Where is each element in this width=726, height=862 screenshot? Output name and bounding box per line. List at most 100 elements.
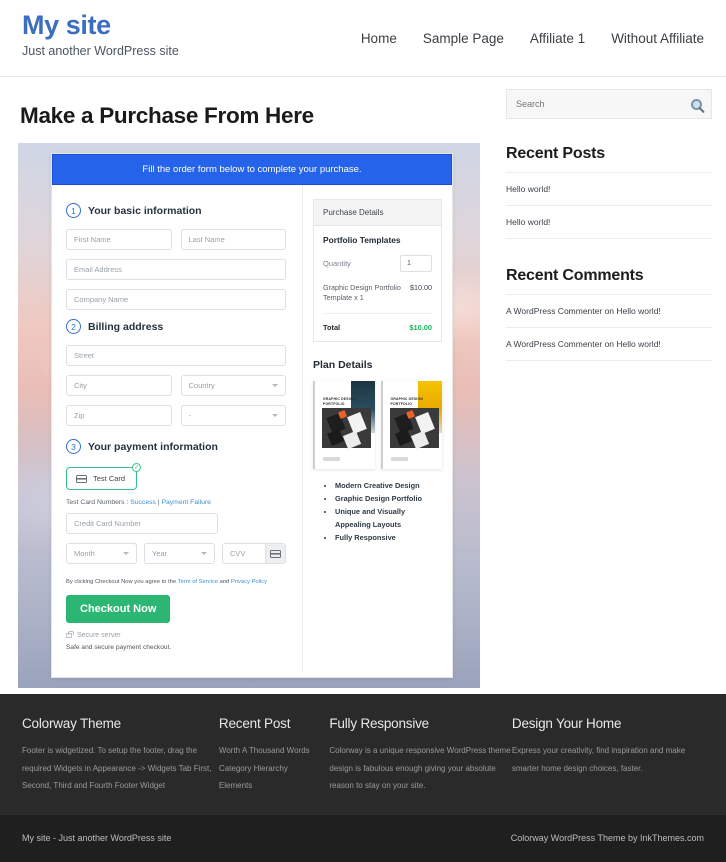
site-title[interactable]: My site — [22, 10, 179, 41]
purchase-summary: Purchase Details Portfolio Templates Qua… — [303, 185, 452, 672]
credit-card-icon — [270, 549, 281, 558]
list-item: Fully Responsive — [335, 532, 442, 545]
footer-column-text: Footer is widgetized. To setup the foote… — [22, 746, 212, 791]
list-item[interactable]: Hello world! — [506, 205, 712, 239]
site-header: My site Just another WordPress site Home… — [0, 0, 726, 77]
search-input[interactable] — [516, 99, 656, 109]
step-3-title: Your payment information — [88, 440, 218, 453]
list-item[interactable]: A WordPress Commenter on Hello world! — [506, 327, 712, 361]
state-select-value: - — [188, 411, 192, 420]
search-widget[interactable] — [506, 89, 712, 119]
list-item: Graphic Design Portfolio — [335, 493, 442, 506]
country-select-value: Country — [188, 381, 215, 390]
test-card-option[interactable]: Test Card ✓ — [66, 463, 142, 490]
credit-card-number-input[interactable]: Credit Card Number — [66, 513, 218, 534]
cvv-input[interactable]: CVV — [222, 543, 286, 564]
quantity-input[interactable]: 1 — [400, 255, 432, 272]
chevron-down-icon — [272, 384, 278, 387]
nav-item-sample-page[interactable]: Sample Page — [423, 31, 504, 46]
step-2-header: 2 Billing address — [66, 319, 286, 334]
email-input[interactable]: Email Address — [66, 259, 286, 280]
first-name-input[interactable]: First Name — [66, 229, 172, 250]
recent-posts-title: Recent Posts — [506, 145, 605, 162]
checkout-now-button[interactable]: Checkout Now — [66, 594, 171, 623]
footer-credit[interactable]: Colorway WordPress Theme by InkThemes.co… — [511, 833, 704, 843]
checkout-card: Fill the order form below to complete yo… — [51, 153, 453, 678]
step-3-header: 3 Your payment information — [66, 439, 286, 454]
footer-copyright: My site - Just another WordPress site — [22, 833, 172, 844]
nav-item-without-affiliate[interactable]: Without Affiliate — [611, 31, 704, 46]
purchase-details-body: Portfolio Templates Quantity 1 Graphic D… — [314, 226, 441, 341]
page-wrapper: Make a Purchase From Here Fill the order… — [0, 77, 726, 688]
product-name: Portfolio Templates — [323, 235, 401, 245]
expiry-year-select[interactable]: Year — [144, 543, 215, 564]
test-failure-link[interactable]: Payment Failure — [161, 499, 211, 506]
step-2-title: Billing address — [88, 320, 164, 333]
plan-thumbnail-image: GRAPHIC DESIGN PORTFOLIO — [380, 380, 442, 469]
nav-item-affiliate-1[interactable]: Affiliate 1 — [530, 31, 585, 46]
footer-column-colorway-theme: Colorway Theme Footer is widgetized. To … — [22, 716, 219, 795]
last-name-input[interactable]: Last Name — [180, 229, 286, 250]
lock-icon — [66, 630, 74, 638]
zip-state-row: Zip - — [66, 405, 286, 435]
footer-column-title: Recent Post — [218, 716, 291, 731]
footer-column-title: Fully Responsive — [329, 716, 429, 731]
plan-thumbnail-image: GRAPHIC DESIGN PORTFOLIO — [313, 380, 375, 469]
test-numbers-prefix: Test Card Numbers : — [66, 499, 131, 506]
company-name-input[interactable]: Company Name — [66, 289, 286, 310]
footer-column-fully-responsive: Fully Responsive Colorway is a unique re… — [329, 716, 512, 795]
footer-column-text: Colorway is a unique responsive WordPres… — [329, 746, 511, 791]
quantity-row: Quantity 1 — [323, 255, 432, 272]
site-footer: Colorway Theme Footer is widgetized. To … — [0, 694, 726, 862]
list-item[interactable]: Category Hierarchy — [219, 760, 329, 778]
main-content: Make a Purchase From Here Fill the order… — [18, 77, 484, 688]
thumb-footer-line — [390, 456, 408, 461]
plan-thumbnails: GRAPHIC DESIGN PORTFOLIO GRAPHIC DESIGN … — [313, 380, 442, 469]
safe-checkout-note: Safe and secure payment checkout. — [66, 643, 172, 651]
test-success-link[interactable]: Success — [130, 499, 156, 506]
checkout-background-image: Fill the order form below to complete yo… — [18, 143, 480, 688]
street-input[interactable]: Street — [66, 345, 286, 366]
total-value: $10.00 — [409, 322, 432, 332]
primary-navigation: Home Sample Page Affiliate 1 Without Aff… — [361, 0, 704, 46]
chevron-down-icon — [272, 414, 278, 417]
state-select[interactable]: - — [180, 405, 286, 426]
sidebar: Recent Posts Hello world! Hello world! R… — [506, 77, 712, 688]
list-item[interactable]: Worth A Thousand Words — [219, 742, 329, 760]
list-item[interactable]: Hello world! — [506, 172, 712, 205]
expiry-year-value: Year — [152, 549, 168, 558]
check-circle-icon: ✓ — [132, 463, 142, 472]
step-2-number: 2 — [66, 319, 81, 334]
nav-item-home[interactable]: Home — [361, 31, 397, 46]
recent-comments-list: A WordPress Commenter on Hello world! A … — [506, 294, 712, 361]
expiry-month-select[interactable]: Month — [66, 543, 137, 564]
footer-widgets: Colorway Theme Footer is widgetized. To … — [0, 694, 726, 815]
purchase-details-heading: Purchase Details — [314, 200, 441, 226]
list-item[interactable]: A WordPress Commenter on Hello world! — [506, 294, 712, 327]
plan-feature-list: Modern Creative Design Graphic Design Po… — [335, 480, 442, 545]
agree-prefix: By clicking Checkout Now you agree to th… — [66, 579, 178, 585]
credit-card-icon — [76, 474, 87, 483]
line-item-name: Graphic Design Portfolio Template x 1 — [323, 283, 401, 303]
expiry-month-value: Month — [74, 549, 95, 558]
step-1-title: Your basic information — [88, 204, 202, 217]
agree-and: and — [218, 579, 231, 585]
privacy-policy-link[interactable]: Privacy Policy — [231, 579, 267, 585]
list-item[interactable]: Elements — [219, 777, 329, 795]
search-icon[interactable] — [691, 98, 702, 110]
recent-posts-list: Hello world! Hello world! — [506, 172, 712, 239]
city-input[interactable]: City — [66, 375, 172, 396]
thumb-caption: GRAPHIC DESIGN PORTFOLIO — [390, 396, 423, 406]
country-select[interactable]: Country — [180, 375, 286, 396]
site-branding[interactable]: My site Just another WordPress site — [22, 0, 179, 58]
terms-agreement-text: By clicking Checkout Now you agree to th… — [66, 578, 286, 587]
zip-input[interactable]: Zip — [66, 405, 172, 426]
secure-server-row: Secure server — [66, 630, 286, 639]
test-card-label: Test Card — [93, 474, 126, 483]
order-banner: Fill the order form below to complete yo… — [52, 154, 452, 185]
name-row: First Name Last Name — [66, 229, 286, 259]
site-tagline: Just another WordPress site — [22, 44, 179, 59]
widget-spacer — [506, 239, 712, 267]
page-title: Make a Purchase From Here — [20, 103, 314, 128]
terms-of-service-link[interactable]: Term of Service — [178, 579, 218, 585]
